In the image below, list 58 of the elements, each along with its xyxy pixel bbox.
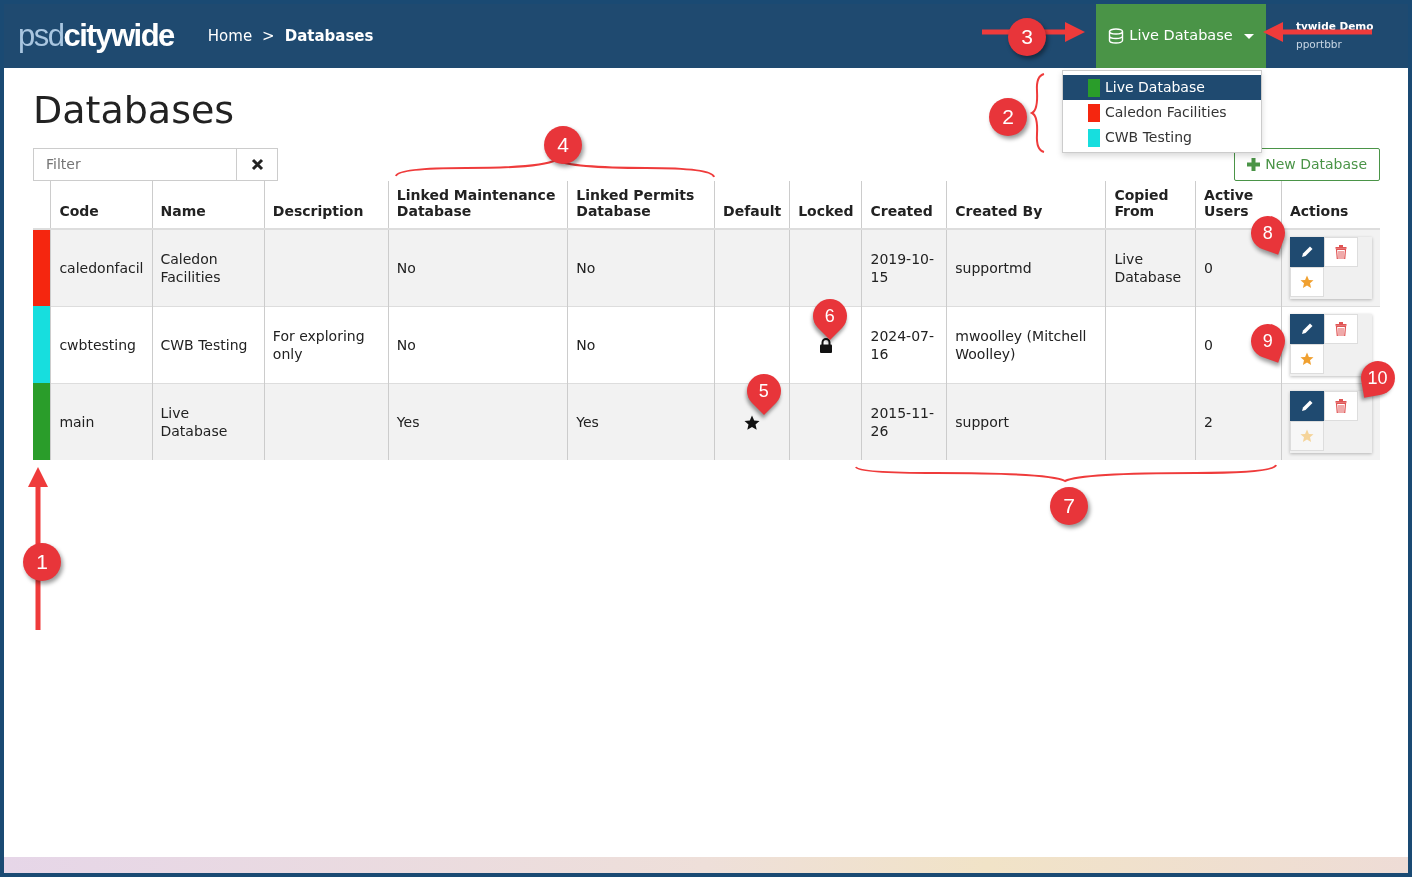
- database-dropdown-button[interactable]: Live Database: [1096, 4, 1266, 68]
- cell-text: Live Database: [1114, 250, 1182, 285]
- set-default-button[interactable]: [1289, 343, 1324, 374]
- cell-text: Live Database: [160, 404, 228, 439]
- pencil-icon: [1299, 321, 1314, 336]
- breadcrumb-link[interactable]: Home: [207, 24, 253, 48]
- edit-button[interactable]: [1289, 390, 1324, 421]
- dropdown-item[interactable]: CWB Testing: [1063, 125, 1261, 150]
- filter-field[interactable]: Filter: [33, 147, 237, 181]
- trash-icon: [1334, 244, 1347, 259]
- page-title: Databases: [33, 88, 235, 134]
- star-icon: [1299, 274, 1314, 289]
- plus-icon: [1247, 157, 1261, 171]
- cell-text: CWB Testing: [160, 336, 248, 353]
- caret-icon: [1243, 33, 1254, 39]
- new-database-button[interactable]: New Database: [1234, 147, 1380, 181]
- cell-text: No: [576, 336, 596, 353]
- breadcrumb-current: Databases: [284, 25, 374, 47]
- logo[interactable]: psdcitywide: [18, 12, 174, 60]
- trash-icon: [1334, 398, 1347, 413]
- star-icon: [1299, 428, 1314, 443]
- user-name: tywide Demo: [1296, 21, 1375, 33]
- date-text: 2024-07-16: [870, 326, 935, 363]
- star-icon: [1299, 351, 1314, 366]
- edit-button[interactable]: [1289, 313, 1324, 344]
- date-text: 2019-10-15: [870, 249, 935, 287]
- delete-button[interactable]: [1323, 390, 1358, 421]
- cell-text: 2: [1204, 413, 1213, 430]
- breadcrumb-separator: >: [262, 25, 275, 47]
- cell-text: supportmd: [955, 259, 1032, 276]
- cell-text: 0: [1204, 336, 1213, 353]
- cell-text: 0: [1204, 259, 1213, 276]
- pencil-icon: [1299, 398, 1314, 413]
- cell-text: No: [576, 259, 596, 276]
- cell-text: No: [396, 259, 416, 276]
- pencil-icon: [1299, 244, 1314, 259]
- cell-text: main: [59, 413, 95, 430]
- date-text: 2015-11-26: [870, 403, 935, 441]
- cell-text: support: [955, 413, 1009, 430]
- cell-text: cwbtesting: [59, 336, 136, 353]
- edit-button[interactable]: [1289, 236, 1324, 267]
- close-icon: [250, 157, 264, 171]
- clear-filter-button[interactable]: [237, 147, 278, 181]
- cell-text: Yes: [396, 413, 420, 430]
- delete-button[interactable]: [1323, 236, 1358, 267]
- cell-text: mwoolley (Mitchell Woolley): [955, 327, 1087, 362]
- dropdown-item[interactable]: Live Database: [1063, 75, 1261, 100]
- cell-text: No: [396, 336, 416, 353]
- user-login: pportbbr: [1296, 39, 1343, 51]
- cell-text: Yes: [576, 413, 599, 430]
- set-default-button[interactable]: [1289, 266, 1324, 297]
- trash-icon: [1334, 321, 1347, 336]
- cell-text: caledonfacil: [59, 259, 144, 276]
- cell-text: For exploring only: [272, 327, 365, 362]
- cell-text: Caledon Facilities: [160, 250, 221, 285]
- dropdown-item[interactable]: Caledon Facilities: [1063, 100, 1261, 125]
- database-icon: [1108, 28, 1125, 44]
- delete-button[interactable]: [1323, 313, 1358, 344]
